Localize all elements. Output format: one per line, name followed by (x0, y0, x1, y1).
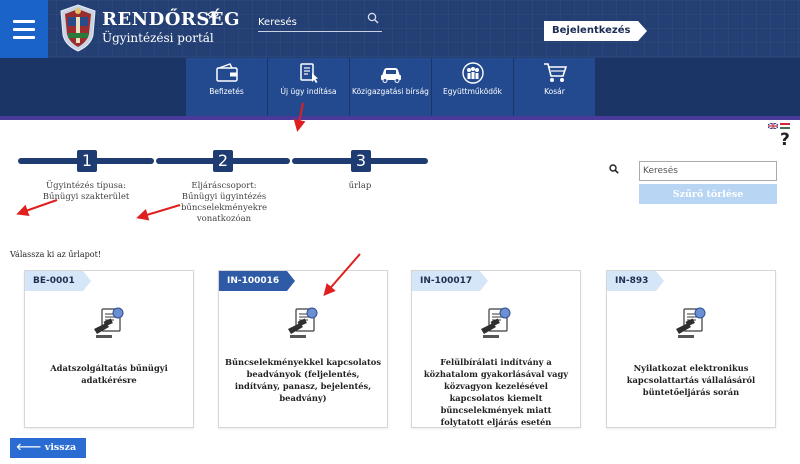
form-code-badge: IN-893 (607, 271, 665, 291)
step-caption: űrlap (348, 181, 372, 191)
flag-hu-icon[interactable] (780, 123, 790, 129)
brand[interactable]: RENDŐRSÉG Ügyintézési portál (102, 9, 240, 45)
form-card-title: Adatszolgáltatás bűnügyi adatkérésre (50, 363, 168, 385)
header-search-input[interactable] (258, 12, 362, 33)
login-button[interactable]: Bejelentkezés (544, 21, 648, 41)
document-gavel-icon (94, 307, 124, 338)
document-gavel-icon (481, 307, 511, 338)
form-card[interactable]: IN-893 Nyilatkozat elektronikus kapcsola… (606, 270, 776, 428)
site-header: RENDŐRSÉG Ügyintézési portál Bejelentkez… (0, 0, 800, 116)
filter-search-input[interactable] (639, 161, 777, 181)
form-card-title: Nyilatkozat elektronikus kapcsolattartás… (626, 363, 756, 397)
car-icon (380, 68, 401, 83)
form-code-badge: BE-0001 (25, 271, 91, 291)
step-number: 3 (351, 150, 371, 172)
filter-search-icon (609, 164, 619, 174)
nav-label: Kosár (544, 87, 565, 96)
nav-item-cart[interactable]: Kosár (514, 58, 596, 116)
nav-label: Befizetés (209, 87, 244, 96)
nav-label: Együttműködők (443, 87, 502, 96)
nav-item-admin-fine[interactable]: Közigazgatási bírság (350, 58, 432, 116)
step-3-caption: űrlap (304, 181, 416, 192)
form-card[interactable]: IN-100017 Felülbírálati indítvány a közh… (411, 270, 581, 428)
form-card[interactable]: IN-100016 Bűncselekményekkel kapcsolatos… (218, 270, 388, 428)
back-button[interactable]: 🡐 vissza (10, 438, 87, 458)
police-crest-icon[interactable] (58, 3, 98, 53)
nav-item-new-case[interactable]: Új ügy indítása (268, 58, 350, 116)
step-caption: Eljáráscsoport: (191, 181, 257, 191)
clear-filter-button[interactable]: Szűrő törlése (639, 184, 777, 204)
header-search (258, 10, 382, 33)
accessibility-eye-icon[interactable] (207, 10, 219, 19)
people-icon (461, 62, 484, 84)
language-switcher (768, 123, 790, 129)
header-divider (0, 116, 800, 120)
step-number[interactable]: 1 (77, 150, 97, 172)
step-caption: Ügyintézés típusa: (46, 181, 126, 191)
main-nav: Befizetés Új ügy indítása Közigazgatási … (186, 58, 596, 116)
search-icon[interactable] (367, 12, 379, 24)
choose-form-label: Válassza ki az űrlapot! (10, 250, 102, 259)
step-1-caption: Ügyintézés típusa: Bűnügyi szakterület (30, 181, 142, 203)
form-pointer-icon (299, 63, 318, 83)
back-button-label: vissza (44, 442, 77, 453)
brand-title: RENDŐRSÉG (102, 9, 240, 30)
hamburger-line (13, 27, 35, 31)
form-code-badge: IN-100017 (412, 271, 489, 291)
arrow-left-icon: 🡐 (16, 442, 42, 453)
flag-uk-icon[interactable] (768, 123, 778, 129)
hamburger-line (13, 35, 35, 39)
form-card[interactable]: BE-0001 Adatszolgáltatás bűnügyi adatkér… (24, 270, 194, 428)
step-number[interactable]: 2 (213, 150, 233, 172)
help-icon[interactable]: ? (780, 130, 790, 150)
nav-label: Új ügy indítása (280, 87, 337, 96)
nav-item-payment[interactable]: Befizetés (186, 58, 268, 116)
document-gavel-icon (288, 307, 318, 338)
hamburger-line (13, 19, 35, 23)
nav-item-partners[interactable]: Együttműködők (432, 58, 514, 116)
cart-icon (543, 63, 567, 82)
nav-label: Közigazgatási bírság (352, 87, 429, 96)
brand-subtitle: Ügyintézési portál (102, 31, 214, 45)
form-card-title: Felülbírálati indítvány a közhatalom gya… (423, 357, 569, 427)
step-value: Bűnügyi ügyintézés bűncselekményekre von… (180, 192, 268, 224)
step-value: Bűnügyi szakterület (42, 192, 130, 202)
wallet-icon (215, 63, 238, 82)
form-code-badge: IN-100016 (219, 271, 296, 291)
form-card-title: Bűncselekményekkel kapcsolatos beadványo… (225, 357, 382, 403)
hamburger-menu-button[interactable] (0, 0, 48, 58)
document-gavel-icon (676, 307, 706, 338)
step-2-caption: Eljáráscsoport: Bűnügyi ügyintézés bűncs… (168, 181, 280, 225)
